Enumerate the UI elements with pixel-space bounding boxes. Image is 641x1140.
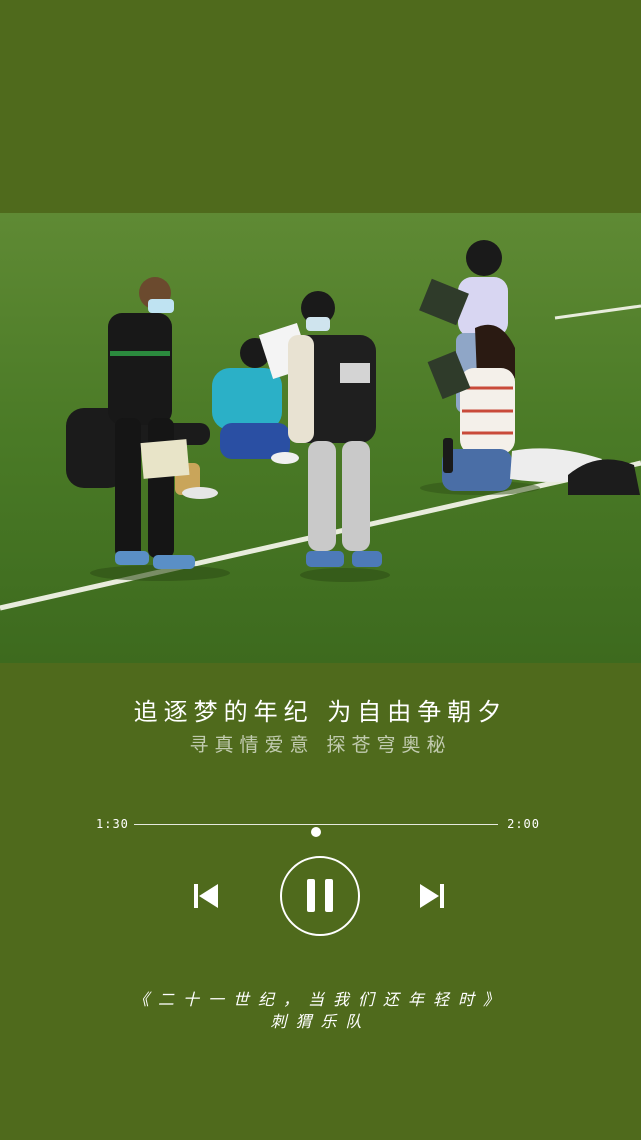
cover-photo: [0, 213, 641, 663]
progress-track[interactable]: [134, 824, 498, 837]
previous-track-icon: [194, 884, 218, 908]
lyric-line-secondary: 寻真情爱意 探苍穹奥秘: [189, 734, 452, 756]
next-track-button[interactable]: [418, 882, 446, 910]
total-time: 2:00: [507, 817, 540, 831]
progress-bar[interactable]: 1:30 2:00: [96, 816, 540, 837]
previous-track-button[interactable]: [192, 882, 220, 910]
current-time: 1:30: [96, 817, 129, 831]
pause-icon: [307, 879, 333, 912]
lyric-line-primary: 追逐梦的年纪 为自由争朝夕: [133, 698, 508, 726]
pause-button[interactable]: [280, 856, 360, 936]
progress-knob[interactable]: [311, 827, 321, 837]
next-track-icon: [420, 884, 444, 908]
song-artist: 刺猬乐队: [270, 1012, 371, 1031]
song-title: 《二十一世纪，当我们还年轻时》: [132, 990, 508, 1009]
music-player-card: 追逐梦的年纪 为自由争朝夕 寻真情爱意 探苍穹奥秘 1:30 2:00 《二十一…: [0, 0, 641, 1140]
playback-controls: [0, 856, 641, 936]
